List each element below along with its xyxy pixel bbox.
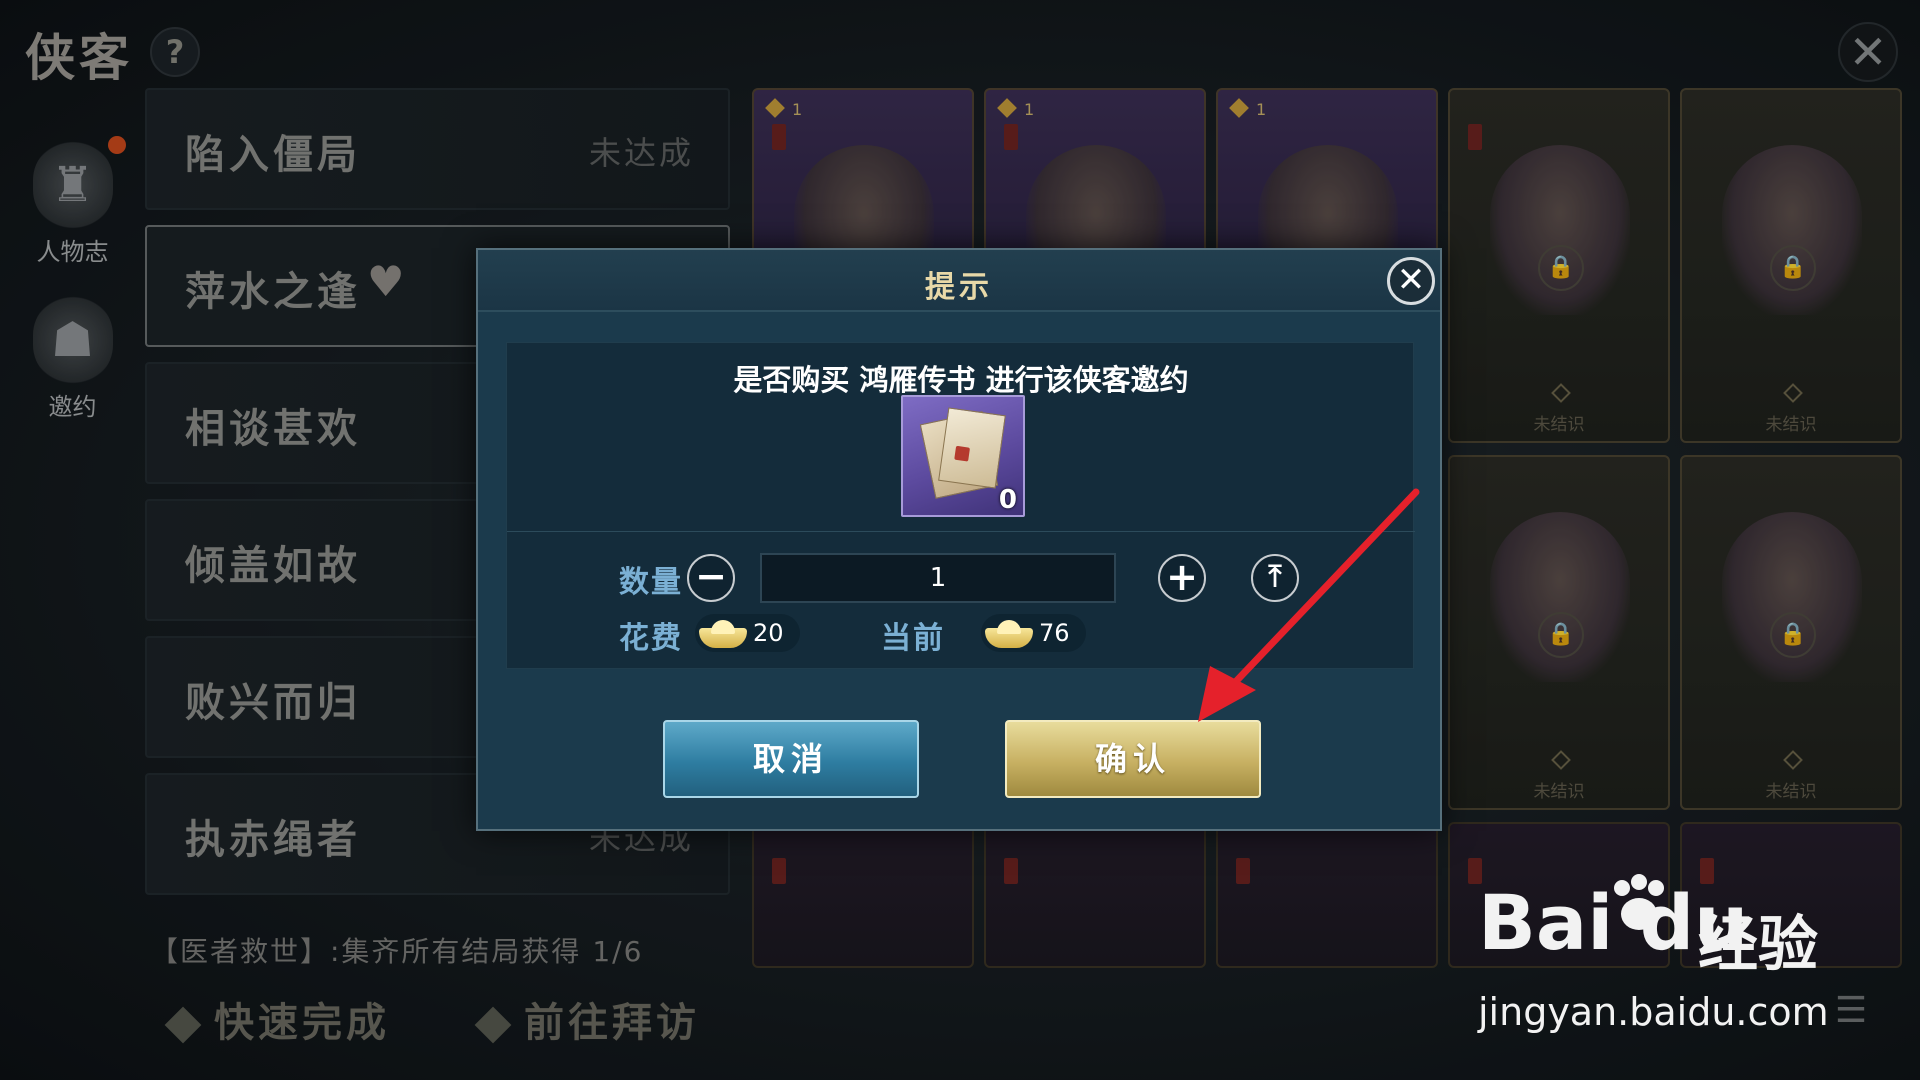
- watermark-url: jingyan.baidu.com: [1478, 990, 1829, 1034]
- watermark-brand: 经验: [1698, 910, 1818, 980]
- red-arrow-annotation: [1198, 488, 1420, 722]
- confirm-button[interactable]: 确认: [1005, 720, 1261, 798]
- baidu-watermark: Bai du 经验 jingyan.baidu.com: [1478, 874, 1898, 1048]
- seal-icon: [954, 445, 971, 462]
- minus-button[interactable]: −: [687, 554, 735, 602]
- dialog-prompt: 是否购买 鸿雁传书 进行该侠客邀约: [733, 363, 1189, 397]
- quantity-input[interactable]: 1: [760, 553, 1116, 603]
- current-label: 当前: [881, 621, 945, 656]
- cancel-button[interactable]: 取消: [663, 720, 919, 798]
- dialog-header: 提示 ✕: [478, 250, 1440, 312]
- quantity-label: 数量: [619, 565, 683, 600]
- paw-icon: [1608, 874, 1670, 936]
- letter-icon: [938, 407, 1006, 489]
- gold-ingot-icon: [985, 618, 1033, 648]
- gold-ingot-icon: [699, 618, 747, 648]
- dialog-close-button[interactable]: ✕: [1387, 257, 1435, 305]
- game-scene: 侠客 ? ✕ ♜ 人物志 ☗ 邀约 陷入僵局 未达成 萍水之逢 ♥ 相谈甚欢 倾…: [0, 0, 1920, 1080]
- dialog-title: 提示: [925, 270, 993, 305]
- item-count: 0: [998, 485, 1017, 515]
- cost-value: 20: [695, 614, 800, 652]
- current-value: 76: [981, 614, 1086, 652]
- item-slot[interactable]: 0: [901, 395, 1025, 517]
- cost-label: 花费: [619, 621, 683, 656]
